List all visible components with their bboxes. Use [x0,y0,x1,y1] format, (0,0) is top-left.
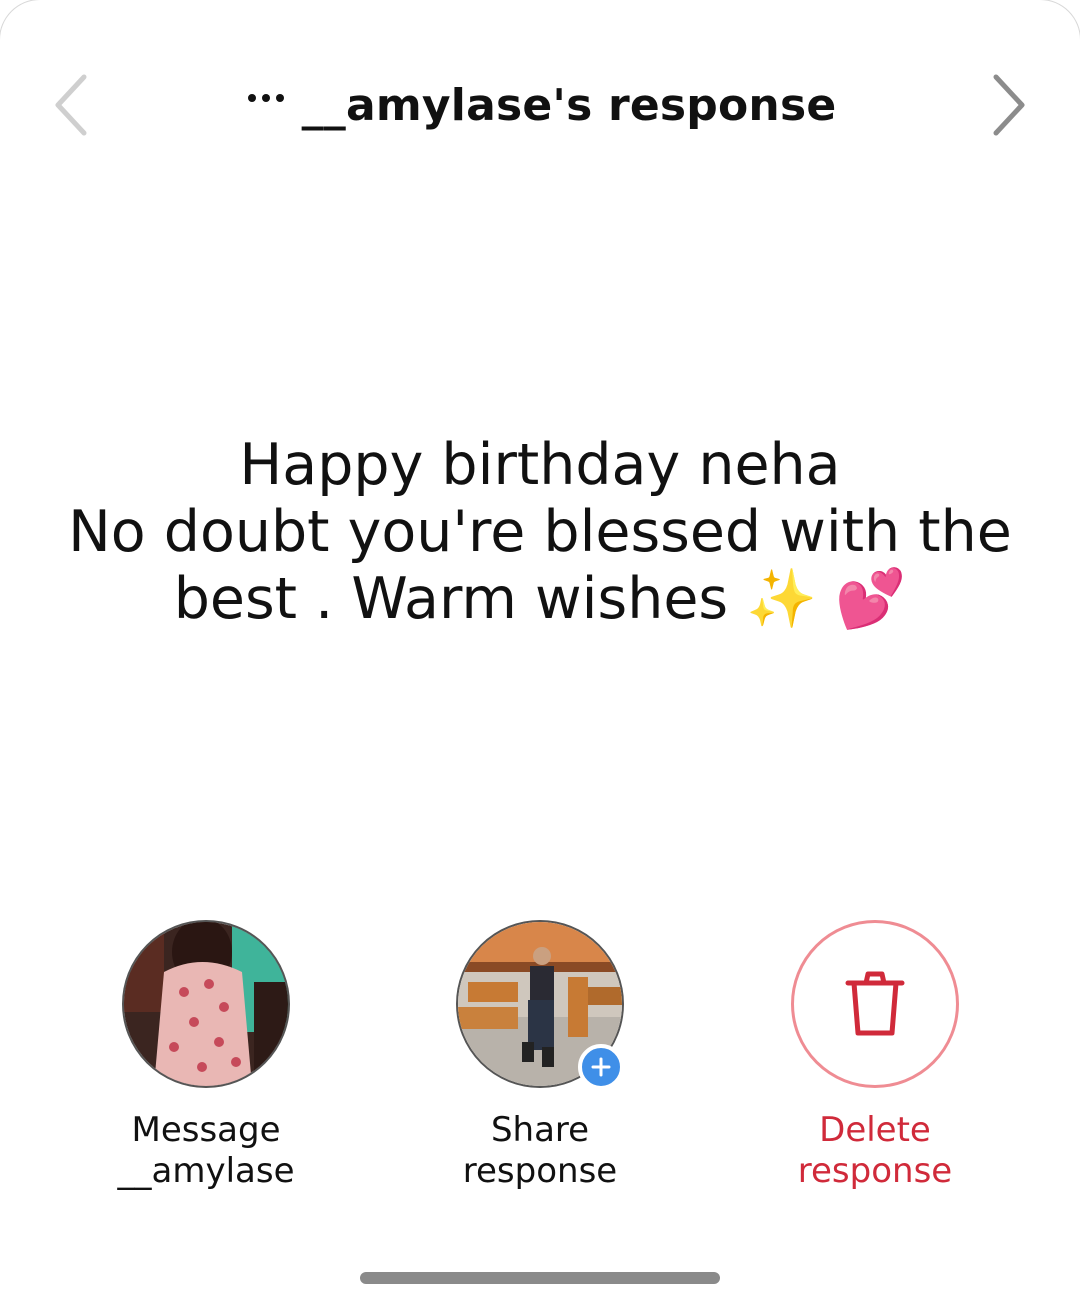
delete-response-button[interactable]: Delete response [745,920,1005,1192]
avatar-photo [124,922,288,1086]
label-line: Delete [819,1110,931,1150]
action-row: Message __amylase Share response Delete … [0,920,1080,1200]
response-text: Happy birthday neha No doubt you're bles… [40,432,1040,633]
response-line: No doubt you're blessed with the [68,499,1012,565]
more-dot [275,94,284,102]
add-badge [578,1044,624,1090]
header: __amylase's response [0,60,1080,150]
chevron-right-icon [993,74,1025,136]
share-response-label: Share response [463,1110,617,1192]
share-response-button[interactable]: Share response [410,920,670,1192]
response-sheet: __amylase's response Happy birthday neha… [0,0,1080,1304]
label-line: Message [131,1110,281,1150]
label-line: response [462,1151,618,1191]
message-user-label: Message __amylase [118,1110,295,1192]
delete-circle [791,920,959,1088]
more-dots-icon [247,94,256,102]
plus-icon [591,1057,611,1077]
share-avatar-wrap [456,920,624,1090]
next-response-button[interactable] [978,72,1038,138]
page-title: __amylase's response [301,79,837,131]
header-title-group: __amylase's response [0,72,1080,138]
response-line: best . Warm wishes ✨ 💕 [173,566,907,632]
label-line: __amylase [117,1151,295,1191]
more-dot [261,94,270,102]
response-line: Happy birthday neha [239,432,841,498]
message-user-button[interactable]: Message __amylase [76,920,336,1192]
label-line: Share [490,1110,590,1150]
more-options-button[interactable] [244,78,288,118]
delete-response-label: Delete response [798,1110,952,1192]
trash-icon [845,971,905,1036]
label-line: response [797,1151,953,1191]
home-indicator[interactable] [360,1272,720,1284]
avatar [122,920,290,1088]
message-avatar-wrap [122,920,290,1088]
